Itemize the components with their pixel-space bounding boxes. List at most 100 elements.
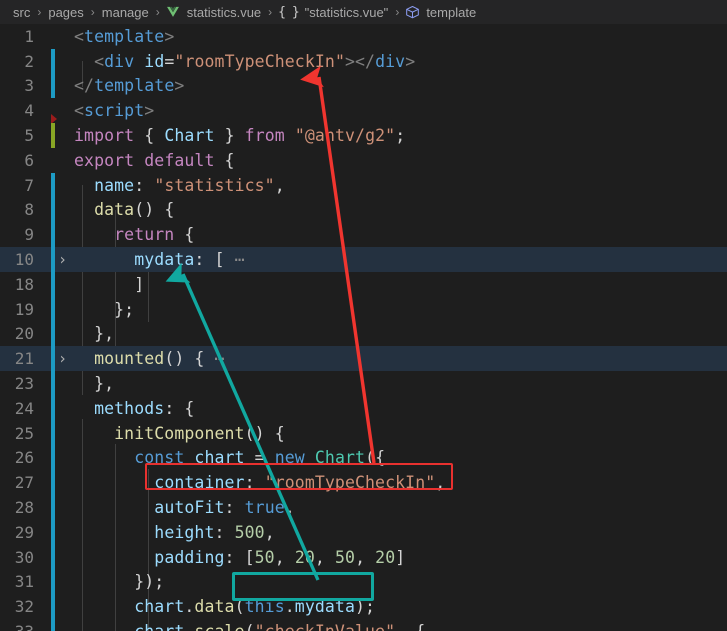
- gutter-modified-marker: [51, 371, 55, 396]
- code-line[interactable]: 26 const chart = new Chart({: [0, 445, 727, 471]
- breadcrumb-item-statistics-vue[interactable]: statistics.vue: [166, 5, 262, 20]
- line-number: 2: [24, 51, 34, 71]
- code-text: padding: [50, 20, 50, 20]: [154, 547, 406, 567]
- line-number: 23: [14, 374, 34, 394]
- code-text: export default {: [74, 150, 235, 170]
- code-text: chart.data(this.mydata);: [134, 597, 376, 617]
- code-line[interactable]: 9 return {: [0, 222, 727, 248]
- line-number: 7: [24, 175, 34, 195]
- code-text: },: [94, 374, 115, 394]
- line-number: 24: [14, 398, 34, 418]
- code-line[interactable]: 32 chart.data(this.mydata);: [0, 594, 727, 620]
- line-number: 4: [24, 101, 34, 121]
- code-line[interactable]: 1 <template>: [0, 24, 727, 49]
- breadcrumb-label: src: [13, 4, 31, 20]
- gutter-modified-marker: [51, 321, 55, 347]
- line-number: 10: [14, 250, 34, 270]
- breadcrumb-item-src[interactable]: src: [12, 5, 31, 20]
- code-editor[interactable]: 1 <template> 2 <div id="roomTypeCheckIn"…: [0, 24, 727, 631]
- code-text: <div id="roomTypeCheckIn"></div>: [94, 51, 416, 71]
- code-text: const chart = new Chart({: [134, 448, 386, 468]
- gutter-modified-marker: [51, 222, 55, 248]
- code-text: mounted() { ⋯: [94, 349, 225, 369]
- gutter-modified-marker: [51, 519, 55, 545]
- breadcrumb: src › pages › manage › statistics.vue › …: [0, 0, 727, 24]
- code-text: mydata: [ ⋯: [134, 250, 245, 270]
- line-number: 25: [14, 423, 34, 443]
- code-text: height: 500,: [154, 522, 275, 542]
- line-number: 33: [0, 622, 44, 631]
- line-number: 28: [14, 498, 34, 518]
- gutter-modified-marker: [51, 544, 55, 570]
- breadcrumb-label: template: [426, 4, 477, 20]
- gutter-modified-marker: [51, 420, 55, 446]
- line-number: 32: [14, 597, 34, 617]
- code-text: return {: [114, 225, 195, 245]
- breadcrumb-label: pages: [48, 4, 84, 20]
- breadcrumb-separator-icon: ›: [155, 5, 160, 19]
- line-number: 3: [24, 76, 34, 96]
- line-number: 26: [14, 448, 34, 468]
- code-line[interactable]: 25 initComponent() {: [0, 420, 727, 446]
- gutter-modified-marker: [51, 346, 55, 372]
- code-line[interactable]: 6 export default {: [0, 148, 727, 173]
- code-line[interactable]: 4 <script>: [0, 98, 727, 123]
- breadcrumb-item-statistics-vue-symbol[interactable]: { } "statistics.vue": [278, 5, 389, 20]
- code-line[interactable]: 2 <div id="roomTypeCheckIn"></div>: [0, 48, 727, 74]
- breadcrumb-separator-icon: ›: [395, 5, 400, 19]
- code-text: data() {: [94, 200, 175, 220]
- gutter-modified-marker: [51, 395, 55, 421]
- code-line-folded[interactable]: 21 › mounted() { ⋯: [0, 346, 727, 372]
- line-number: 31: [14, 572, 34, 592]
- breadcrumb-item-pages[interactable]: pages: [47, 5, 84, 20]
- fold-chevron-icon[interactable]: ›: [58, 252, 67, 267]
- code-line[interactable]: 30 padding: [50, 20, 50, 20]: [0, 544, 727, 570]
- code-line[interactable]: 20 },: [0, 321, 727, 347]
- code-text: },: [94, 324, 115, 344]
- gutter-modified-marker: [51, 197, 55, 223]
- line-number: 21: [14, 349, 34, 369]
- line-number: 9: [24, 225, 34, 245]
- code-line[interactable]: 19 };: [0, 296, 727, 322]
- gutter-modified-marker: [51, 172, 55, 198]
- code-text: chart.scale("checkInValue", {: [74, 622, 425, 631]
- code-line[interactable]: 31 });: [0, 569, 727, 595]
- breadcrumb-item-template-symbol[interactable]: template: [405, 5, 477, 20]
- cube-symbol-icon: [405, 5, 420, 20]
- code-line[interactable]: 27 container: "roomTypeCheckIn",: [0, 470, 727, 496]
- gutter-added-marker: [51, 123, 55, 148]
- line-number: 27: [14, 473, 34, 493]
- line-number: 5: [24, 126, 34, 146]
- code-line[interactable]: 24 methods: {: [0, 395, 727, 421]
- code-line[interactable]: 33 chart.scale("checkInValue", {: [0, 619, 727, 631]
- code-line[interactable]: 8 data() {: [0, 197, 727, 223]
- code-line[interactable]: 29 height: 500,: [0, 519, 727, 545]
- gutter-modified-marker: [51, 569, 55, 595]
- gutter-modified-marker: [51, 247, 55, 272]
- breadcrumb-item-manage[interactable]: manage: [101, 5, 150, 20]
- code-line[interactable]: 3 </template>: [0, 73, 727, 99]
- breadcrumb-label: statistics.vue: [186, 4, 262, 20]
- fold-chevron-icon[interactable]: ›: [58, 351, 67, 366]
- code-line-folded[interactable]: 10 › mydata: [ ⋯: [0, 247, 727, 272]
- code-line[interactable]: 23 },: [0, 371, 727, 396]
- breadcrumb-label: manage: [101, 4, 149, 20]
- gutter-modified-marker: [51, 296, 55, 322]
- code-text: <template>: [74, 26, 175, 46]
- code-text: initComponent() {: [114, 423, 285, 443]
- gutter-modified-marker: [51, 470, 55, 496]
- code-text: container: "roomTypeCheckIn",: [154, 473, 446, 493]
- line-number: 18: [14, 274, 34, 294]
- code-line[interactable]: 5 import { Chart } from "@antv/g2";: [0, 123, 727, 148]
- line-number: 20: [14, 324, 34, 344]
- fold-ellipsis[interactable]: ⋯: [235, 250, 245, 269]
- code-text: };: [114, 299, 135, 319]
- code-line[interactable]: 7 name: "statistics",: [0, 172, 727, 198]
- code-text: methods: {: [94, 398, 195, 418]
- code-line[interactable]: 28 autoFit: true,: [0, 495, 727, 520]
- fold-ellipsis[interactable]: ⋯: [215, 349, 225, 368]
- gutter-modified-marker: [51, 271, 55, 297]
- code-line[interactable]: 18 ]: [0, 271, 727, 297]
- breadcrumb-label: "statistics.vue": [304, 4, 389, 20]
- line-number: 6: [24, 150, 34, 170]
